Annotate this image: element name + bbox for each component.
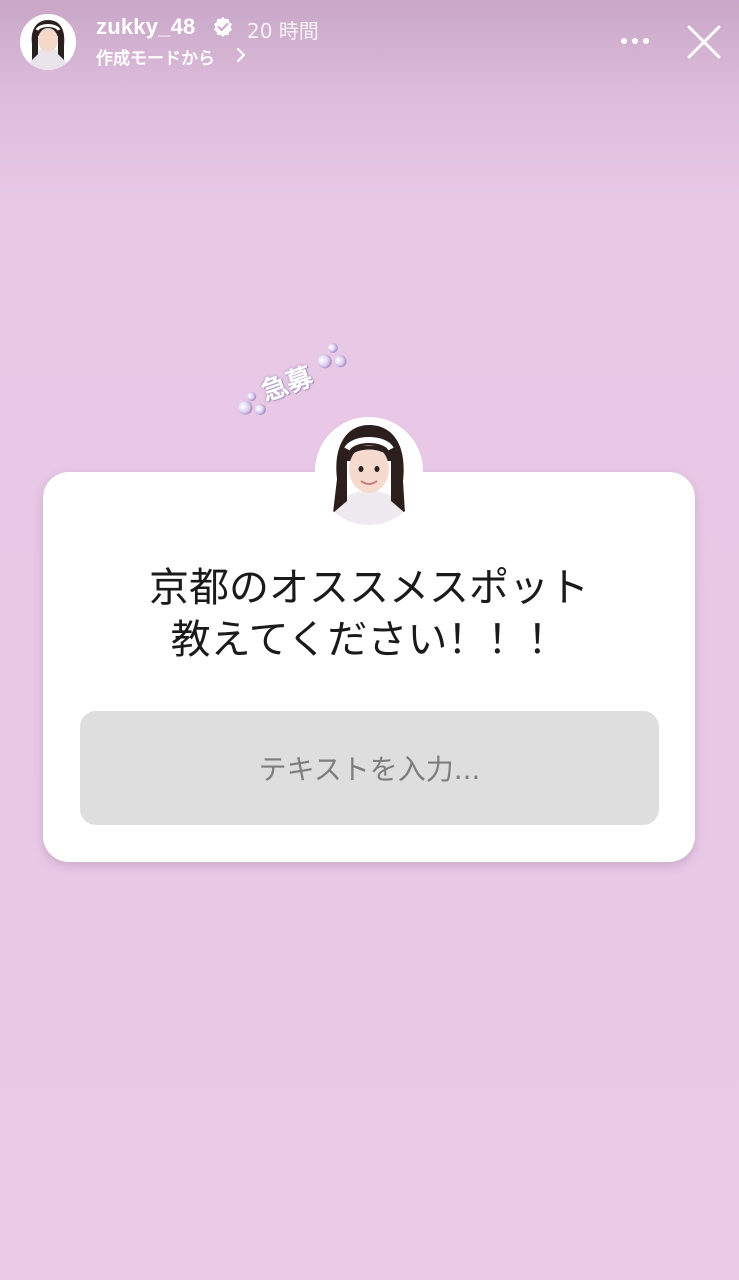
close-icon[interactable] <box>686 24 722 60</box>
bubble-icon <box>315 352 334 371</box>
timestamp: 20 時間 <box>247 19 319 43</box>
story-header: zukky_48 20 時間 作成モードから <box>0 0 739 90</box>
bubble-icon <box>332 353 349 369</box>
sticker-urgent[interactable]: 急募 <box>224 333 373 426</box>
question-line-1: 京都のオススメスポット <box>149 565 589 611</box>
question-sticker[interactable]: 京都のオススメスポット 教えてください！！！ テキストを入力... <box>43 472 695 862</box>
avatar[interactable] <box>20 14 76 70</box>
question-text: 京都のオススメスポット 教えてください！！！ <box>43 562 695 666</box>
answer-input[interactable]: テキストを入力... <box>80 711 659 825</box>
sticker-label: 急募 <box>257 362 317 408</box>
bubble-icon <box>253 402 268 417</box>
question-avatar <box>315 417 423 525</box>
bubble-icon <box>236 398 255 417</box>
story-background: zukky_48 20 時間 作成モードから 急募 京都のオススメスポット 教え… <box>0 0 739 1280</box>
question-line-2: 教えてください！！！ <box>170 617 568 663</box>
more-icon[interactable] <box>619 36 653 46</box>
username[interactable]: zukky_48 <box>96 14 195 40</box>
verified-icon <box>214 17 232 37</box>
bubble-icon <box>326 341 340 355</box>
creation-mode-link[interactable]: 作成モードから <box>96 44 215 69</box>
chevron-right-icon <box>236 47 246 63</box>
